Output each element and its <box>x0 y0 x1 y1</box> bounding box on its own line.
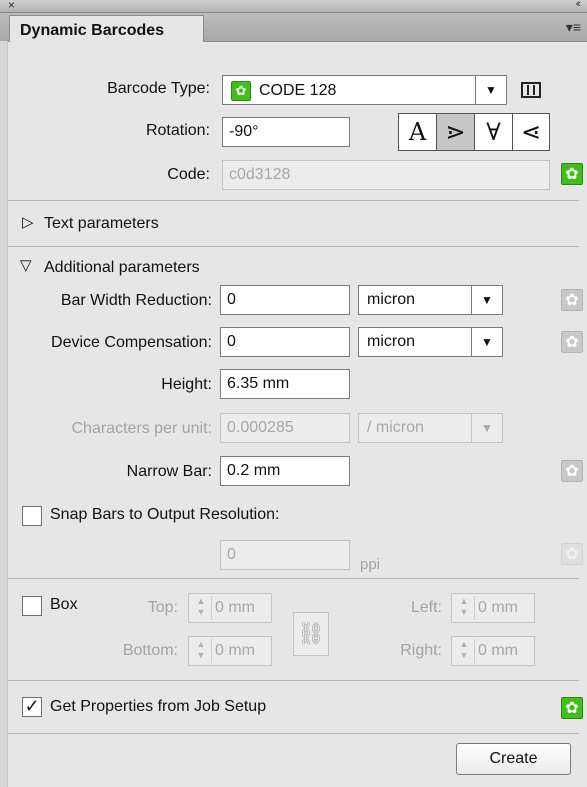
snap-bars-gear-icon[interactable]: ✿ <box>561 543 583 565</box>
snap-bars-unit: ppi <box>360 556 381 573</box>
narrow-bar-label: Narrow Bar: <box>126 463 212 480</box>
snap-bars-resolution-input[interactable]: 0 <box>220 540 350 570</box>
tab-dynamic-barcodes[interactable]: Dynamic Barcodes <box>9 15 204 42</box>
box-right-spinner[interactable]: ▲ ▼ 0 mm <box>451 636 535 666</box>
characters-per-unit-select[interactable]: / micron ▼ <box>358 413 503 443</box>
barcode-type-label: Barcode Type: <box>107 80 210 97</box>
stepper-icon[interactable]: ▲ ▼ <box>191 639 212 663</box>
narrow-bar-gear-icon[interactable]: ✿ <box>561 460 583 482</box>
divider <box>8 733 579 734</box>
job-setup-gear-icon[interactable]: ✿ <box>561 697 583 719</box>
bar-width-reduction-unit-select[interactable]: micron ▼ <box>358 285 503 315</box>
characters-per-unit-label: Characters per unit: <box>71 420 212 437</box>
rotation-270-button[interactable]: ⋖ <box>512 113 550 151</box>
bar-width-reduction-unit: micron <box>367 291 416 308</box>
divider <box>8 246 579 247</box>
narrow-bar-input[interactable]: 0.2 mm <box>220 456 350 486</box>
code-label: Code: <box>167 166 210 183</box>
bar-width-reduction-gear-icon[interactable]: ✿ <box>561 289 583 311</box>
box-top-value: 0 mm <box>215 599 255 616</box>
code-gear-icon[interactable]: ✿ <box>561 163 583 185</box>
link-icon[interactable]: ⛓ <box>293 612 329 656</box>
text-parameters-toggle-icon[interactable]: ▷ <box>22 213 34 231</box>
snap-bars-checkbox[interactable] <box>22 506 42 526</box>
device-compensation-unit: micron <box>367 333 416 350</box>
additional-parameters-toggle-icon[interactable]: ▽ <box>20 256 32 274</box>
barcode-type-select[interactable]: ✿ CODE 128 ▼ <box>222 75 507 105</box>
tab-bar: Dynamic Barcodes ▾≡ <box>0 13 587 42</box>
chevron-down-icon[interactable]: ▼ <box>475 76 506 104</box>
box-checkbox[interactable] <box>22 596 42 616</box>
close-icon[interactable]: × <box>8 0 15 12</box>
box-right-value: 0 mm <box>478 642 518 659</box>
panel-titlebar: × ‹‹ <box>0 0 587 13</box>
bar-width-reduction-input[interactable]: 0 <box>220 285 350 315</box>
box-top-label: Top: <box>147 599 178 616</box>
chevron-down-icon[interactable]: ▼ <box>471 414 502 442</box>
box-bottom-value: 0 mm <box>215 642 255 659</box>
height-label: Height: <box>161 376 212 393</box>
rotation-0-button[interactable]: A <box>398 113 436 151</box>
barcode-preview-icon[interactable] <box>521 82 541 98</box>
device-compensation-label: Device Compensation: <box>51 334 212 351</box>
device-compensation-input[interactable]: 0 <box>220 327 350 357</box>
chevron-down-icon[interactable]: ▼ <box>471 286 502 314</box>
chevron-down-icon[interactable]: ▼ <box>471 328 502 356</box>
height-input[interactable]: 6.35 mm <box>220 369 350 399</box>
stepper-icon[interactable]: ▲ ▼ <box>191 596 212 620</box>
characters-per-unit-input[interactable]: 0.000285 <box>220 413 350 443</box>
divider <box>8 578 579 579</box>
stepper-icon[interactable]: ▲ ▼ <box>454 639 475 663</box>
divider <box>8 680 579 681</box>
device-compensation-unit-select[interactable]: micron ▼ <box>358 327 503 357</box>
box-bottom-label: Bottom: <box>122 642 178 659</box>
code-input[interactable]: c0d3128 <box>222 160 550 190</box>
stepper-icon[interactable]: ▲ ▼ <box>454 596 475 620</box>
device-compensation-gear-icon[interactable]: ✿ <box>561 331 583 353</box>
dynamic-barcodes-panel: × ‹‹ Dynamic Barcodes ▾≡ Barcode Type: ✿… <box>0 0 587 787</box>
characters-per-unit-unit: / micron <box>367 419 424 436</box>
job-setup-checkbox[interactable]: ✓ <box>22 697 42 717</box>
barcode-type-value: CODE 128 <box>259 82 337 100</box>
divider <box>8 200 579 201</box>
bar-width-reduction-label: Bar Width Reduction: <box>60 292 212 309</box>
box-left-value: 0 mm <box>478 599 518 616</box>
box-left-spinner[interactable]: ▲ ▼ 0 mm <box>451 593 535 623</box>
rotation-180-button[interactable]: ∀ <box>474 113 512 151</box>
rotation-input[interactable]: -90° <box>222 117 350 147</box>
box-top-spinner[interactable]: ▲ ▼ 0 mm <box>188 593 272 623</box>
box-right-label: Right: <box>400 642 442 659</box>
additional-parameters-label[interactable]: Additional parameters <box>44 259 200 277</box>
box-left-label: Left: <box>410 599 442 616</box>
snap-bars-label: Snap Bars to Output Resolution: <box>50 506 280 523</box>
barcode-type-icon: ✿ <box>231 81 251 101</box>
rotation-buttons: A ⋗ ∀ ⋖ <box>398 113 550 153</box>
collapse-icon[interactable]: ‹‹ <box>576 0 582 10</box>
text-parameters-label[interactable]: Text parameters <box>44 215 159 233</box>
box-bottom-spinner[interactable]: ▲ ▼ 0 mm <box>188 636 272 666</box>
rotation-90-button[interactable]: ⋗ <box>436 113 474 151</box>
box-label: Box <box>50 596 78 613</box>
job-setup-label: Get Properties from Job Setup <box>50 698 267 715</box>
rotation-label: Rotation: <box>145 122 210 139</box>
panel-left-edge <box>0 41 8 787</box>
panel-menu-icon[interactable]: ▾≡ <box>566 19 581 36</box>
create-button[interactable]: Create <box>456 743 571 775</box>
